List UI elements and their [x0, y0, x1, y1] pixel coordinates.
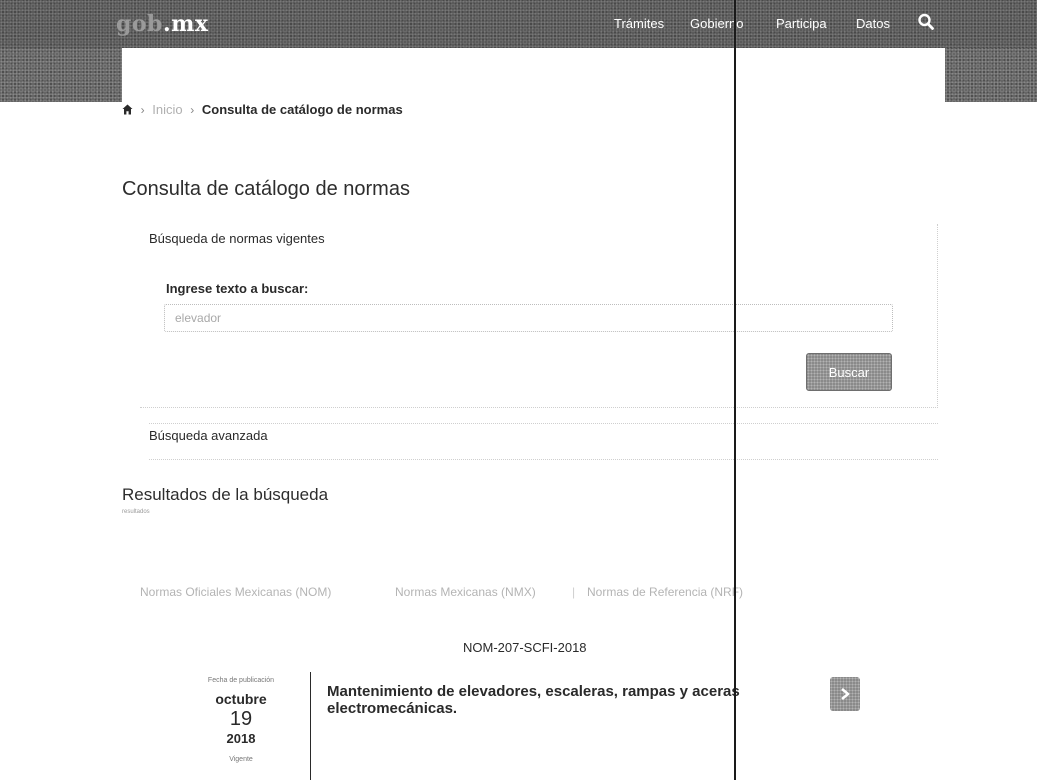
logo-prefix: gob	[116, 11, 163, 37]
nav-participa[interactable]: Participa	[776, 14, 827, 34]
breadcrumb: › Inicio › Consulta de catálogo de norma…	[122, 102, 403, 118]
search-button[interactable]: Buscar	[806, 353, 892, 391]
chevron-right-icon	[841, 688, 850, 700]
logo-suffix: .mx	[162, 11, 209, 37]
search-field-label: Ingrese texto a buscar:	[166, 281, 309, 296]
advanced-search-toggle[interactable]: Búsqueda avanzada	[149, 428, 268, 444]
publication-date: Fecha de publicación octubre 19 2018 Vig…	[186, 676, 296, 764]
content-card-top	[122, 48, 945, 102]
current-standards-search-heading[interactable]: Búsqueda de normas vigentes	[149, 231, 325, 247]
date-label: Fecha de publicación	[207, 677, 275, 684]
norm-code[interactable]: NOM-207-SCFI-2018	[463, 640, 587, 656]
divider	[149, 423, 938, 424]
divider	[149, 459, 938, 460]
breadcrumb-separator-icon: ›	[190, 103, 195, 117]
result-column-divider	[310, 672, 311, 780]
home-icon[interactable]	[122, 104, 133, 115]
date-year: 2018	[226, 731, 256, 746]
nav-datos[interactable]: Datos	[856, 14, 890, 34]
scan-artifact-line	[734, 0, 736, 780]
header-band-right	[945, 48, 1037, 102]
nav-tramites[interactable]: Trámites	[614, 14, 664, 34]
status-badge: Vigente	[229, 756, 253, 763]
search-input[interactable]	[164, 304, 893, 332]
tab-nmx[interactable]: Normas Mexicanas (NMX)	[395, 583, 536, 601]
tab-separator: |	[572, 585, 576, 599]
date-day: 19	[229, 708, 253, 730]
results-count: resultados	[122, 509, 150, 515]
search-icon[interactable]	[917, 12, 935, 32]
breadcrumb-current: Consulta de catálogo de normas	[201, 102, 403, 117]
breadcrumb-separator-icon: ›	[140, 103, 145, 117]
header-band-left	[0, 48, 122, 102]
gob-mx-logo[interactable]: gob.mx	[116, 12, 209, 36]
breadcrumb-home-link[interactable]: Inicio	[152, 102, 182, 117]
tab-nom[interactable]: Normas Oficiales Mexicanas (NOM)	[140, 583, 331, 601]
results-title: Resultados de la búsqueda	[122, 485, 329, 504]
view-detail-button[interactable]	[830, 677, 860, 711]
page-title: Consulta de catálogo de normas	[122, 178, 410, 200]
tab-nrf[interactable]: Normas de Referencia (NRF)	[587, 583, 743, 601]
date-month: octubre	[215, 691, 267, 707]
